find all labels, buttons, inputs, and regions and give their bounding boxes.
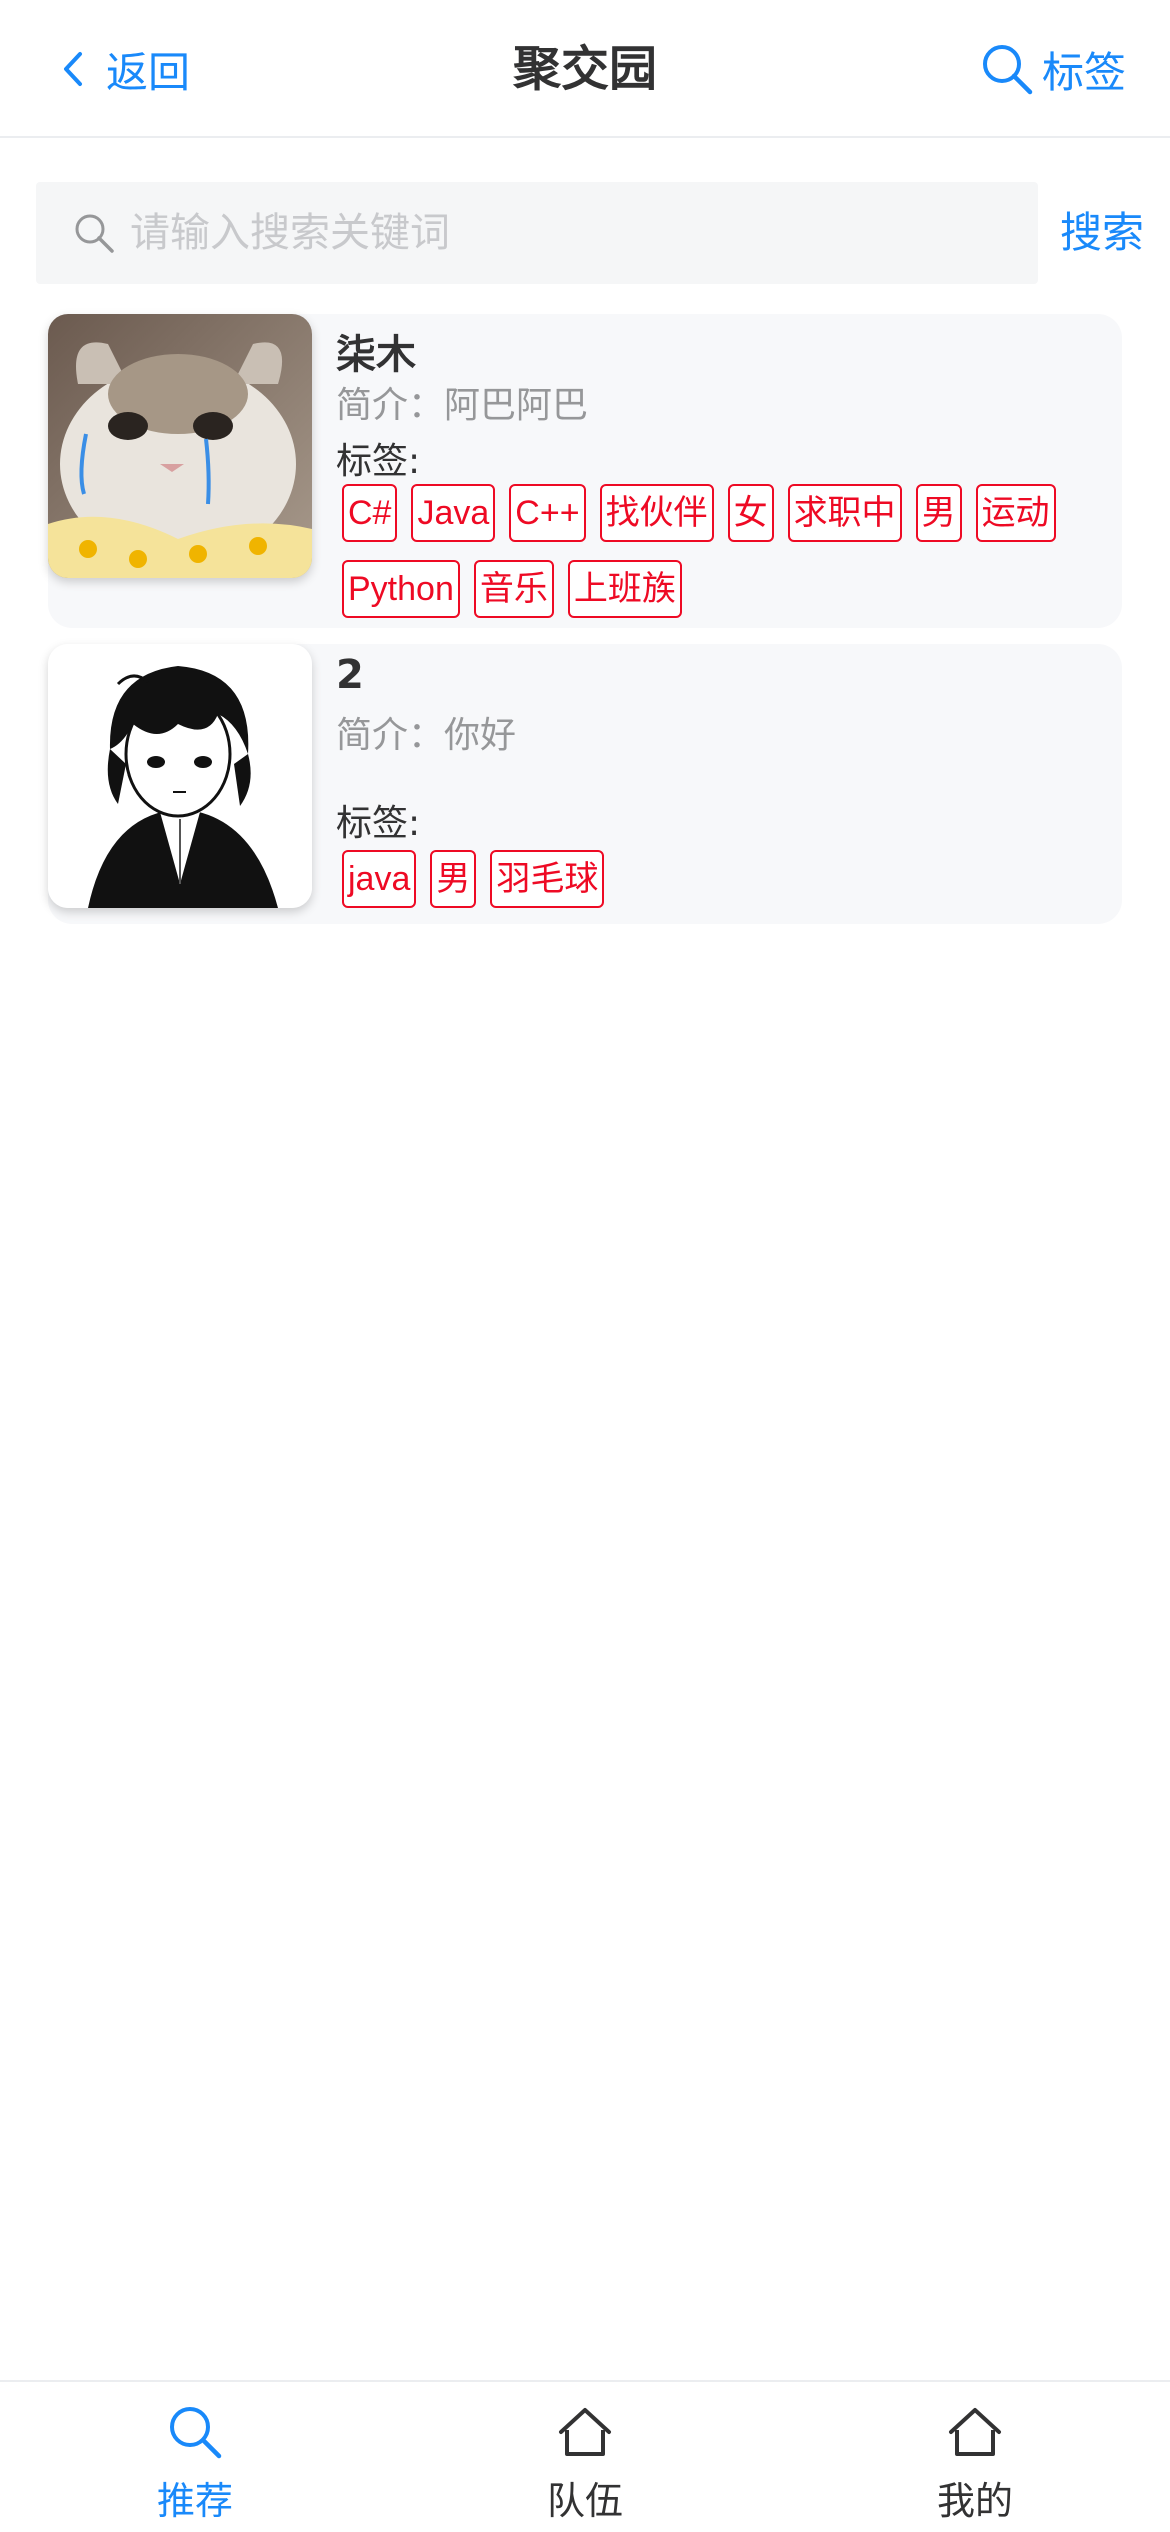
tag: 上班族 [567,560,682,618]
tab-recommend[interactable]: 推荐 [0,2382,390,2532]
tags-button[interactable]: 标签 [978,34,1126,104]
user-avatar [48,314,312,578]
tab-label: 推荐 [156,2479,233,2523]
tag: 找伙伴 [599,484,714,542]
search-bar [36,182,1038,284]
user-avatar [48,644,312,908]
tag: Java [411,484,496,542]
tags-label: 标签 [1041,47,1126,97]
search-icon [75,214,114,253]
tab-team[interactable]: 队伍 [390,2382,780,2532]
tag-list: C# Java C++ 找伙伴 女 求职中 男 运动 Python 音乐 上班族 [342,484,1102,636]
tag: 音乐 [473,560,554,618]
search-icon [170,2407,222,2459]
tag: C++ [509,484,586,542]
tab-mine[interactable]: 我的 [780,2382,1170,2532]
user-intro: 简介：阿巴阿巴 [336,385,589,426]
anime-boy-image [48,644,312,908]
user-name: 柒木 [336,332,416,378]
tag: Python [342,560,460,618]
back-label: 返回 [106,47,191,97]
chevron-left-icon [64,52,82,86]
tag: C# [342,484,398,542]
user-name: 2 [336,652,364,698]
crying-cat-image [48,314,312,578]
tag: 运动 [975,484,1056,542]
home-icon [949,2408,1001,2456]
user-card[interactable]: 柒木 简介：阿巴阿巴 标签: C# Java C++ 找伙伴 女 求职中 男 运… [48,314,1122,628]
nav-bar: 返回 聚交园 标签 [0,0,1170,138]
tag: 男 [430,850,477,908]
tag: 羽毛球 [490,850,605,908]
back-button[interactable]: 返回 [56,36,190,102]
tab-label: 我的 [936,2479,1013,2523]
search-input[interactable] [130,182,1038,284]
tag: java [342,850,417,908]
tab-bar: 推荐 队伍 我的 [0,2380,1170,2532]
tag: 女 [727,484,774,542]
search-icon [982,45,1033,95]
tags-label: 标签: [336,441,421,482]
tag-list: java 男 羽毛球 [342,850,1102,926]
user-card[interactable]: 2 简介：你好 标签: java 男 羽毛球 [48,644,1122,924]
tags-label: 标签: [336,803,421,844]
search-button[interactable]: 搜索 [1060,192,1144,274]
tag: 男 [915,484,962,542]
tab-label: 队伍 [546,2479,623,2523]
home-icon [559,2408,611,2456]
user-intro: 简介：你好 [336,715,517,756]
tag: 求职中 [787,484,902,542]
